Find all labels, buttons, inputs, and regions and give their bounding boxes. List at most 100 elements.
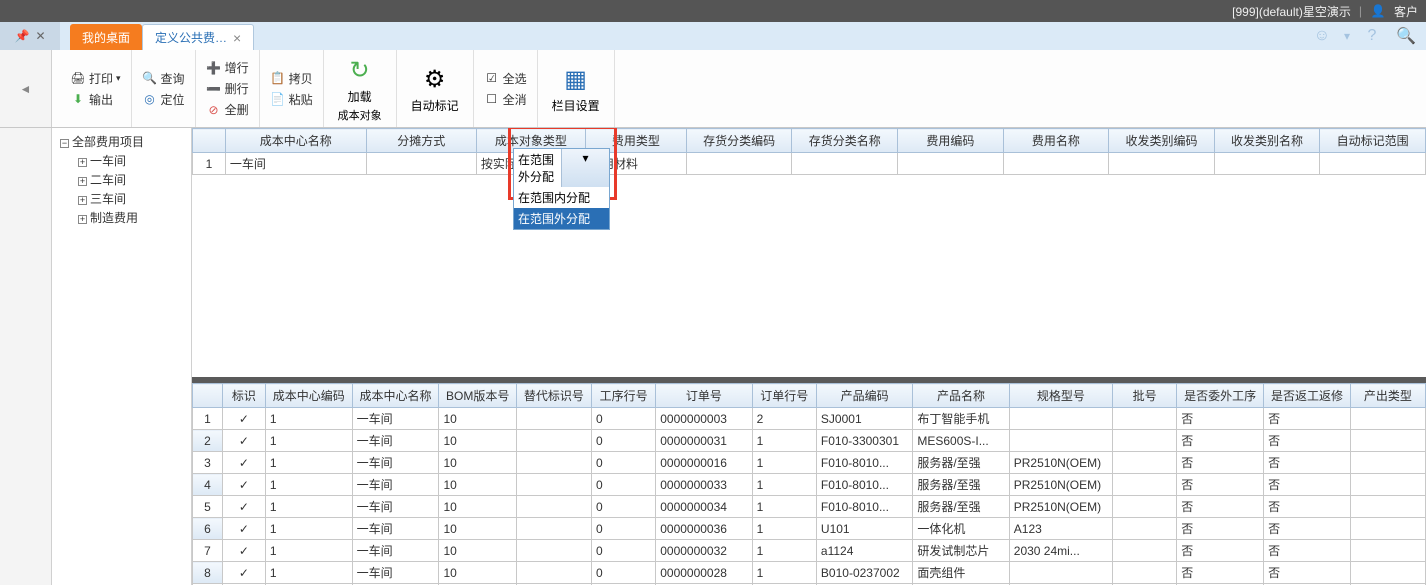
cell[interactable]: 1 xyxy=(265,474,352,496)
column-header[interactable]: 规格型号 xyxy=(1009,384,1112,408)
table-row[interactable]: 5✓1一车间10000000000341F010-8010...服务器/至强PR… xyxy=(193,496,1426,518)
cell[interactable]: 否 xyxy=(1264,474,1351,496)
cell[interactable]: 否 xyxy=(1264,408,1351,430)
cell[interactable]: PR2510N(OEM) xyxy=(1009,496,1112,518)
expander-icon[interactable]: + xyxy=(78,215,87,224)
cell[interactable]: 研发试制芯片 xyxy=(913,540,1009,562)
cell-invname[interactable] xyxy=(792,153,898,175)
cell[interactable]: MES600S-I... xyxy=(913,430,1009,452)
column-header[interactable]: 订单号 xyxy=(656,384,752,408)
cell[interactable]: 否 xyxy=(1177,562,1264,584)
cell[interactable]: 一车间 xyxy=(352,430,439,452)
dropdown-opt2[interactable]: 在范围外分配 xyxy=(514,208,609,229)
cell[interactable] xyxy=(1113,496,1177,518)
cell[interactable]: 布丁智能手机 xyxy=(913,408,1009,430)
cell[interactable]: 1 xyxy=(752,496,816,518)
column-header[interactable]: 工序行号 xyxy=(591,384,655,408)
paste-button[interactable]: 📄粘贴 xyxy=(266,89,317,110)
cell-method[interactable] xyxy=(366,153,476,175)
cell[interactable]: 服务器/至强 xyxy=(913,474,1009,496)
load-cost-button[interactable]: ↻ 加载 成本对象 xyxy=(330,50,390,127)
cell[interactable]: 10 xyxy=(439,430,517,452)
cell[interactable]: B010-0237002 xyxy=(816,562,912,584)
cell[interactable]: 1 xyxy=(752,540,816,562)
column-header[interactable]: 收发类别编码 xyxy=(1109,129,1215,153)
cell[interactable]: 一车间 xyxy=(352,452,439,474)
cell[interactable]: U101 xyxy=(816,518,912,540)
selectall-button[interactable]: ☑全选 xyxy=(480,68,531,89)
mark-cell[interactable]: ✓ xyxy=(223,452,266,474)
locate-button[interactable]: ◎定位 xyxy=(138,89,189,110)
delall-button[interactable]: ⊘全删 xyxy=(202,99,253,120)
mark-cell[interactable]: ✓ xyxy=(223,562,266,584)
cell[interactable]: 0000000003 xyxy=(656,408,752,430)
cell[interactable] xyxy=(1113,474,1177,496)
delrow-button[interactable]: ➖删行 xyxy=(202,78,253,99)
cell[interactable]: 0000000034 xyxy=(656,496,752,518)
method-dropdown[interactable]: 在范围外分配 ▾ 在范围内分配 在范围外分配 xyxy=(513,148,610,230)
dropdown-input[interactable]: 在范围外分配 ▾ xyxy=(514,149,609,187)
chevron-left-icon[interactable]: ◄ xyxy=(20,82,32,96)
cell[interactable] xyxy=(1350,474,1425,496)
cell[interactable]: 2 xyxy=(752,408,816,430)
cell[interactable]: 0000000028 xyxy=(656,562,752,584)
column-header[interactable]: 产品编码 xyxy=(816,384,912,408)
cell[interactable]: 否 xyxy=(1177,540,1264,562)
cell[interactable] xyxy=(516,430,591,452)
automark-button[interactable]: ⚙ 自动标记 xyxy=(403,50,467,127)
cell[interactable]: 1 xyxy=(265,540,352,562)
column-header[interactable]: 成本中心编码 xyxy=(265,384,352,408)
cell[interactable]: PR2510N(OEM) xyxy=(1009,452,1112,474)
cell[interactable]: 否 xyxy=(1177,408,1264,430)
cell[interactable]: 0 xyxy=(591,474,655,496)
cell[interactable] xyxy=(516,408,591,430)
cell[interactable] xyxy=(516,474,591,496)
deselectall-button[interactable]: ☐全消 xyxy=(480,89,531,110)
tree-item[interactable]: +三车间 xyxy=(74,189,187,208)
table-row[interactable]: 7✓1一车间10000000000321a1124研发试制芯片2030 24mi… xyxy=(193,540,1426,562)
mark-cell[interactable]: ✓ xyxy=(223,496,266,518)
cell[interactable]: 0 xyxy=(591,518,655,540)
cell[interactable]: 一体化机 xyxy=(913,518,1009,540)
cell[interactable]: F010-3300301 xyxy=(816,430,912,452)
chevron-down-icon[interactable]: ▾ xyxy=(1344,29,1350,43)
dropdown-opt1[interactable]: 在范围内分配 xyxy=(514,187,609,208)
cell[interactable]: 服务器/至强 xyxy=(913,496,1009,518)
cell[interactable]: 1 xyxy=(752,474,816,496)
cell[interactable]: 否 xyxy=(1264,496,1351,518)
tree-item[interactable]: +制造费用 xyxy=(74,208,187,227)
cell[interactable]: 一车间 xyxy=(352,496,439,518)
cell[interactable]: 1 xyxy=(265,496,352,518)
mark-cell[interactable]: ✓ xyxy=(223,540,266,562)
cell[interactable]: 1 xyxy=(752,430,816,452)
cell[interactable]: 否 xyxy=(1264,430,1351,452)
column-header[interactable]: 产品名称 xyxy=(913,384,1009,408)
column-header[interactable]: 收发类别名称 xyxy=(1214,129,1320,153)
cell[interactable]: 1 xyxy=(265,518,352,540)
cell[interactable]: 一车间 xyxy=(352,518,439,540)
cell-center[interactable]: 一车间 xyxy=(225,153,366,175)
table-row[interactable]: 3✓1一车间10000000000161F010-8010...服务器/至强PR… xyxy=(193,452,1426,474)
cell[interactable]: 10 xyxy=(439,518,517,540)
tree-item[interactable]: +二车间 xyxy=(74,170,187,189)
cell-feename[interactable] xyxy=(1003,153,1109,175)
help-icon[interactable]: ? xyxy=(1360,24,1384,48)
cell[interactable] xyxy=(516,562,591,584)
mark-cell[interactable]: ✓ xyxy=(223,408,266,430)
cell[interactable] xyxy=(516,452,591,474)
cell[interactable] xyxy=(1009,562,1112,584)
cell[interactable]: 0000000031 xyxy=(656,430,752,452)
tab-active[interactable]: 定义公共费… × xyxy=(142,24,254,50)
cell[interactable]: 1 xyxy=(752,518,816,540)
expander-icon[interactable]: + xyxy=(78,196,87,205)
cell[interactable]: 10 xyxy=(439,474,517,496)
cell[interactable]: F010-8010... xyxy=(816,452,912,474)
cell[interactable] xyxy=(1350,496,1425,518)
cell[interactable]: 否 xyxy=(1264,562,1351,584)
cell[interactable]: 1 xyxy=(265,452,352,474)
cell[interactable] xyxy=(1113,408,1177,430)
cell[interactable] xyxy=(1350,430,1425,452)
column-header[interactable]: 费用名称 xyxy=(1003,129,1109,153)
mark-cell[interactable]: ✓ xyxy=(223,474,266,496)
cell[interactable]: 2030 24mi... xyxy=(1009,540,1112,562)
